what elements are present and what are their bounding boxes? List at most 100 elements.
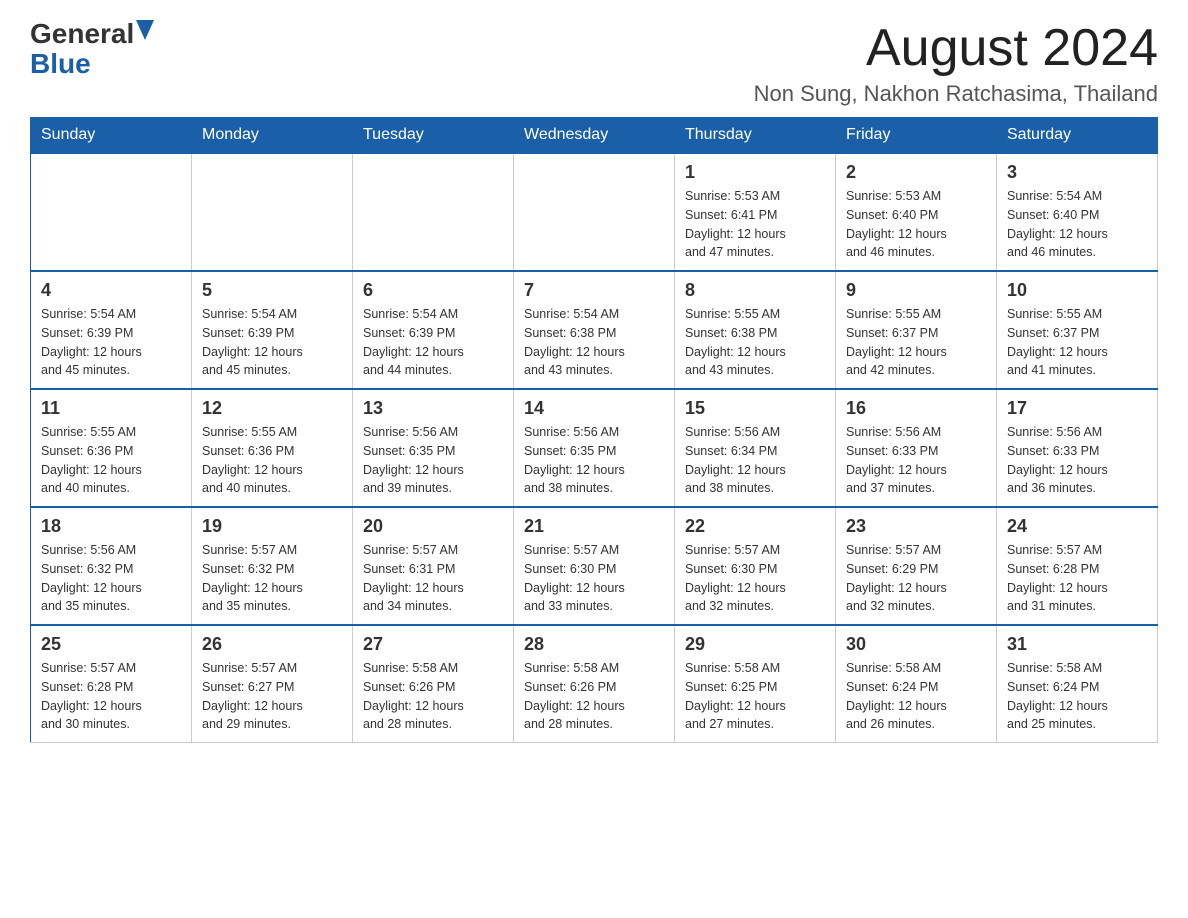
weekday-header-friday: Friday: [836, 118, 997, 154]
day-number: 29: [685, 634, 825, 655]
calendar-day-24: 24 Sunrise: 5:57 AM Sunset: 6:28 PM Dayli…: [997, 507, 1158, 625]
day-number: 28: [524, 634, 664, 655]
day-info: Sunrise: 5:55 AM Sunset: 6:37 PM Dayligh…: [1007, 305, 1147, 380]
day-number: 12: [202, 398, 342, 419]
calendar-day-23: 23 Sunrise: 5:57 AM Sunset: 6:29 PM Dayli…: [836, 507, 997, 625]
calendar-day-12: 12 Sunrise: 5:55 AM Sunset: 6:36 PM Dayli…: [192, 389, 353, 507]
calendar-empty-cell: [192, 153, 353, 271]
day-number: 10: [1007, 280, 1147, 301]
calendar-day-8: 8Sunrise: 5:55 AM Sunset: 6:38 PM Daylig…: [675, 271, 836, 389]
day-number: 1: [685, 162, 825, 183]
day-number: 17: [1007, 398, 1147, 419]
calendar-day-11: 11Sunrise: 5:55 AM Sunset: 6:36 PM Dayli…: [31, 389, 192, 507]
calendar-day-20: 20 Sunrise: 5:57 AM Sunset: 6:31 PM Dayli…: [353, 507, 514, 625]
day-info: Sunrise: 5:57 AM Sunset: 6:32 PM Dayligh…: [202, 541, 342, 616]
day-info: Sunrise: 5:54 AM Sunset: 6:39 PM Dayligh…: [202, 305, 342, 380]
day-number: 13: [363, 398, 503, 419]
day-number: 11: [41, 398, 181, 419]
day-info: Sunrise: 5:54 AM Sunset: 6:39 PM Dayligh…: [41, 305, 181, 380]
calendar-day-14: 14Sunrise: 5:56 AM Sunset: 6:35 PM Dayli…: [514, 389, 675, 507]
day-info: Sunrise: 5:56 AM Sunset: 6:32 PM Dayligh…: [41, 541, 181, 616]
day-number: 2: [846, 162, 986, 183]
day-info: Sunrise: 5:54 AM Sunset: 6:40 PM Dayligh…: [1007, 187, 1147, 262]
day-info: Sunrise: 5:53 AM Sunset: 6:41 PM Dayligh…: [685, 187, 825, 262]
day-number: 9: [846, 280, 986, 301]
day-number: 30: [846, 634, 986, 655]
day-info: Sunrise: 5:58 AM Sunset: 6:24 PM Dayligh…: [1007, 659, 1147, 734]
day-info: Sunrise: 5:55 AM Sunset: 6:36 PM Dayligh…: [202, 423, 342, 498]
calendar-day-6: 6 Sunrise: 5:54 AM Sunset: 6:39 PM Daylig…: [353, 271, 514, 389]
weekday-header-sunday: Sunday: [31, 118, 192, 154]
day-info: Sunrise: 5:57 AM Sunset: 6:29 PM Dayligh…: [846, 541, 986, 616]
day-info: Sunrise: 5:56 AM Sunset: 6:34 PM Dayligh…: [685, 423, 825, 498]
day-info: Sunrise: 5:58 AM Sunset: 6:25 PM Dayligh…: [685, 659, 825, 734]
calendar-day-9: 9 Sunrise: 5:55 AM Sunset: 6:37 PM Daylig…: [836, 271, 997, 389]
logo-triangle-icon: [136, 20, 154, 40]
day-number: 15: [685, 398, 825, 419]
weekday-header-saturday: Saturday: [997, 118, 1158, 154]
day-number: 3: [1007, 162, 1147, 183]
day-number: 16: [846, 398, 986, 419]
calendar-day-28: 28 Sunrise: 5:58 AM Sunset: 6:26 PM Dayli…: [514, 625, 675, 743]
calendar-day-18: 18 Sunrise: 5:56 AM Sunset: 6:32 PM Dayli…: [31, 507, 192, 625]
day-number: 18: [41, 516, 181, 537]
calendar-title: August 2024: [754, 20, 1158, 77]
day-number: 21: [524, 516, 664, 537]
calendar-week-row: 25 Sunrise: 5:57 AM Sunset: 6:28 PM Dayli…: [31, 625, 1158, 743]
day-info: Sunrise: 5:56 AM Sunset: 6:33 PM Dayligh…: [846, 423, 986, 498]
calendar-day-4: 4Sunrise: 5:54 AM Sunset: 6:39 PM Daylig…: [31, 271, 192, 389]
calendar-week-row: 18 Sunrise: 5:56 AM Sunset: 6:32 PM Dayli…: [31, 507, 1158, 625]
calendar-table: SundayMondayTuesdayWednesdayThursdayFrid…: [30, 117, 1158, 743]
calendar-week-row: 11 Sunrise: 5:55 AM Sunset: 6:36 PM Dayli…: [31, 389, 1158, 507]
weekday-header-thursday: Thursday: [675, 118, 836, 154]
day-number: 23: [846, 516, 986, 537]
calendar-day-29: 29 Sunrise: 5:58 AM Sunset: 6:25 PM Dayli…: [675, 625, 836, 743]
day-number: 24: [1007, 516, 1147, 537]
calendar-day-5: 5Sunrise: 5:54 AM Sunset: 6:39 PM Daylig…: [192, 271, 353, 389]
calendar-day-21: 21 Sunrise: 5:57 AM Sunset: 6:30 PM Dayli…: [514, 507, 675, 625]
day-info: Sunrise: 5:57 AM Sunset: 6:30 PM Dayligh…: [685, 541, 825, 616]
day-info: Sunrise: 5:56 AM Sunset: 6:33 PM Dayligh…: [1007, 423, 1147, 498]
logo: General Blue: [30, 20, 154, 80]
day-number: 8: [685, 280, 825, 301]
calendar-day-30: 30 Sunrise: 5:58 AM Sunset: 6:24 PM Dayli…: [836, 625, 997, 743]
day-number: 25: [41, 634, 181, 655]
day-info: Sunrise: 5:54 AM Sunset: 6:38 PM Dayligh…: [524, 305, 664, 380]
day-info: Sunrise: 5:55 AM Sunset: 6:37 PM Dayligh…: [846, 305, 986, 380]
day-info: Sunrise: 5:57 AM Sunset: 6:28 PM Dayligh…: [1007, 541, 1147, 616]
weekday-header-monday: Monday: [192, 118, 353, 154]
day-info: Sunrise: 5:57 AM Sunset: 6:27 PM Dayligh…: [202, 659, 342, 734]
calendar-day-17: 17 Sunrise: 5:56 AM Sunset: 6:33 PM Dayli…: [997, 389, 1158, 507]
weekday-header-tuesday: Tuesday: [353, 118, 514, 154]
calendar-day-16: 16 Sunrise: 5:56 AM Sunset: 6:33 PM Dayli…: [836, 389, 997, 507]
day-info: Sunrise: 5:57 AM Sunset: 6:31 PM Dayligh…: [363, 541, 503, 616]
calendar-empty-cell: [353, 153, 514, 271]
day-info: Sunrise: 5:54 AM Sunset: 6:39 PM Dayligh…: [363, 305, 503, 380]
calendar-empty-cell: [31, 153, 192, 271]
weekday-header-wednesday: Wednesday: [514, 118, 675, 154]
calendar-empty-cell: [514, 153, 675, 271]
day-info: Sunrise: 5:58 AM Sunset: 6:26 PM Dayligh…: [524, 659, 664, 734]
calendar-day-7: 7 Sunrise: 5:54 AM Sunset: 6:38 PM Daylig…: [514, 271, 675, 389]
logo-blue: Blue: [30, 48, 91, 80]
weekday-header-row: SundayMondayTuesdayWednesdayThursdayFrid…: [31, 118, 1158, 154]
day-number: 31: [1007, 634, 1147, 655]
title-block: August 2024 Non Sung, Nakhon Ratchasima,…: [754, 20, 1158, 107]
calendar-week-row: 4Sunrise: 5:54 AM Sunset: 6:39 PM Daylig…: [31, 271, 1158, 389]
day-number: 22: [685, 516, 825, 537]
logo-general: General: [30, 20, 134, 48]
day-info: Sunrise: 5:57 AM Sunset: 6:28 PM Dayligh…: [41, 659, 181, 734]
day-info: Sunrise: 5:58 AM Sunset: 6:24 PM Dayligh…: [846, 659, 986, 734]
day-info: Sunrise: 5:57 AM Sunset: 6:30 PM Dayligh…: [524, 541, 664, 616]
day-number: 26: [202, 634, 342, 655]
calendar-day-26: 26 Sunrise: 5:57 AM Sunset: 6:27 PM Dayli…: [192, 625, 353, 743]
calendar-day-1: 1 Sunrise: 5:53 AM Sunset: 6:41 PM Daylig…: [675, 153, 836, 271]
calendar-week-row: 1 Sunrise: 5:53 AM Sunset: 6:41 PM Daylig…: [31, 153, 1158, 271]
day-number: 6: [363, 280, 503, 301]
day-info: Sunrise: 5:58 AM Sunset: 6:26 PM Dayligh…: [363, 659, 503, 734]
calendar-day-19: 19Sunrise: 5:57 AM Sunset: 6:32 PM Dayli…: [192, 507, 353, 625]
day-number: 7: [524, 280, 664, 301]
calendar-day-22: 22 Sunrise: 5:57 AM Sunset: 6:30 PM Dayli…: [675, 507, 836, 625]
calendar-day-25: 25 Sunrise: 5:57 AM Sunset: 6:28 PM Dayli…: [31, 625, 192, 743]
day-number: 20: [363, 516, 503, 537]
